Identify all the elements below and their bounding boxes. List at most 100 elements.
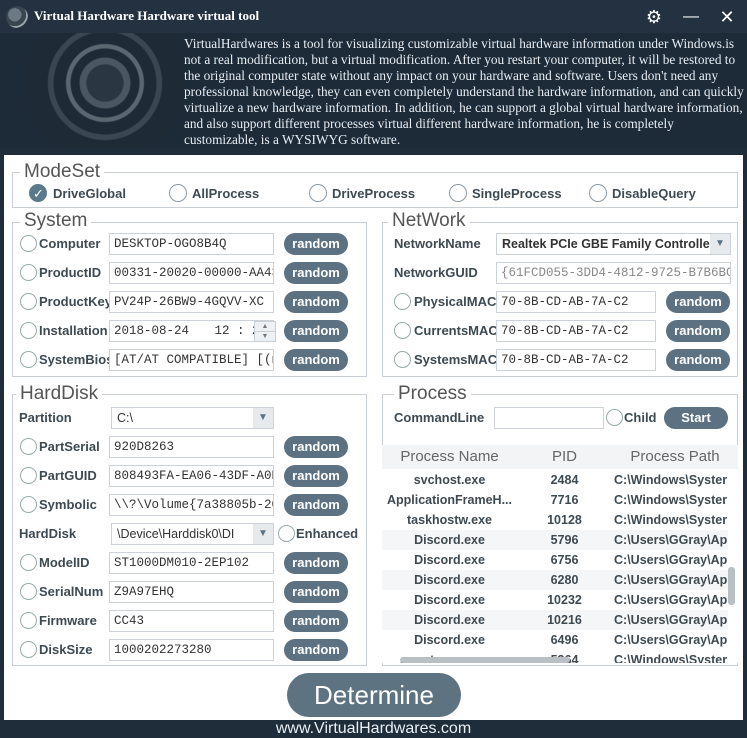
disksize-field[interactable]: 1000202273280: [109, 639, 274, 661]
radio-allprocess[interactable]: [169, 184, 187, 202]
close-button[interactable]: ✕: [715, 5, 739, 29]
harddisk-select[interactable]: \Device\Harddisk0\DI: [111, 523, 274, 545]
radio-driveprocess[interactable]: [309, 184, 327, 202]
table-row[interactable]: ApplicationFrameH... 7716 C:\Windows\Syste…: [382, 490, 728, 510]
table-row[interactable]: Discord.exe 10232 C:\Users\GGray\Ap: [382, 590, 728, 610]
modelid-field[interactable]: ST1000DM010-2EP102: [109, 552, 274, 574]
systembios-field[interactable]: [AT/AT COMPATIBLE] [(n: [109, 349, 274, 371]
process-path-cell: C:\Windows\Syster: [614, 653, 728, 663]
pid-cell: 6280: [550, 573, 579, 587]
modelid-random-button[interactable]: random: [284, 552, 348, 574]
computer-random-button[interactable]: random: [284, 233, 348, 255]
chevron-down-icon[interactable]: ▼: [710, 234, 730, 254]
physicalmac-radio[interactable]: [394, 293, 411, 310]
col-pid[interactable]: PID: [517, 445, 612, 469]
disksize-random-button[interactable]: random: [284, 639, 348, 661]
firmware-random-button[interactable]: random: [284, 610, 348, 632]
radio-driveglobal[interactable]: [29, 184, 47, 202]
productid-radio[interactable]: [20, 264, 37, 281]
enhanced-radio[interactable]: [278, 525, 295, 542]
window-title: Virtual Hardware Hardware virtual tool: [34, 8, 260, 23]
pid-cell: 7716: [550, 493, 579, 507]
partguid-field[interactable]: 808493FA-EA06-43DF-A0E: [109, 465, 274, 487]
start-button[interactable]: Start: [664, 407, 728, 429]
systemsmac-random-button[interactable]: random: [666, 349, 730, 371]
computer-radio[interactable]: [20, 235, 37, 252]
productid-field[interactable]: 00331-20020-00000-AA432: [109, 262, 274, 284]
currentsmac-random-button[interactable]: random: [666, 320, 730, 342]
table-row[interactable]: svchost.exe 2484 C:\Windows\Syster: [382, 470, 728, 490]
partserial-random-button[interactable]: random: [284, 436, 348, 458]
disksize-radio[interactable]: [20, 641, 37, 658]
modelid-radio[interactable]: [20, 554, 37, 571]
physicalmac-label: PhysicalMAC: [414, 294, 497, 309]
installation-radio[interactable]: [20, 322, 37, 339]
child-label: Child: [624, 410, 657, 425]
table-row[interactable]: Discord.exe 6280 C:\Users\GGray\Ap: [382, 570, 728, 590]
symbolic-field[interactable]: \\?\Volume{7a38805b-20e: [109, 494, 274, 516]
vertical-scrollbar[interactable]: [728, 567, 735, 605]
process-name-cell: Discord.exe: [414, 573, 485, 587]
partguid-label: PartGUID: [39, 468, 97, 483]
table-row[interactable]: Discord.exe 10216 C:\Users\GGray\Ap: [382, 610, 728, 630]
networkguid-label: NetworkGUID: [394, 265, 478, 280]
symbolic-radio[interactable]: [20, 496, 37, 513]
pid-cell: 6496: [550, 633, 579, 647]
computer-field[interactable]: DESKTOP-OGO8B4Q: [109, 233, 274, 255]
symbolic-random-button[interactable]: random: [284, 494, 348, 516]
systembios-radio[interactable]: [20, 351, 37, 368]
process-path-cell: C:\Users\GGray\Ap: [614, 573, 728, 587]
chevron-down-icon[interactable]: ▼: [253, 524, 273, 544]
partserial-field[interactable]: 920D8263: [109, 436, 274, 458]
radio-singleprocess[interactable]: [449, 184, 467, 202]
installation-date[interactable]: 2018-08-24: [114, 324, 189, 338]
radio-driveprocess-label: DriveProcess: [332, 186, 416, 201]
col-process-name[interactable]: Process Name: [382, 445, 517, 469]
determine-button[interactable]: Determine: [287, 673, 461, 717]
productid-random-button[interactable]: random: [284, 262, 348, 284]
chevron-down-icon[interactable]: ▼: [253, 408, 273, 428]
partserial-radio[interactable]: [20, 438, 37, 455]
installation-datetime-field[interactable]: 2018-08-24 12 : 22: [109, 320, 274, 342]
commandline-field[interactable]: [494, 407, 604, 429]
networkname-value: Realtek PCIe GBE Family Controlle: [502, 237, 710, 251]
table-row[interactable]: Discord.exe 5796 C:\Users\GGray\Ap: [382, 530, 728, 550]
child-radio[interactable]: [606, 409, 623, 426]
systemsmac-radio[interactable]: [394, 351, 411, 368]
partition-select[interactable]: C:\: [111, 407, 274, 429]
serialnum-random-button[interactable]: random: [284, 581, 348, 603]
currentsmac-field[interactable]: 70-8B-CD-AB-7A-C2: [496, 320, 656, 342]
networkguid-field[interactable]: {61FCD055-3DD4-4812-9725-B7B6BC5: [496, 262, 731, 284]
modelid-label: ModelID: [39, 555, 90, 570]
currentsmac-radio[interactable]: [394, 322, 411, 339]
partguid-random-button[interactable]: random: [284, 465, 348, 487]
productkey-random-button[interactable]: random: [284, 291, 348, 313]
col-process-path[interactable]: Process Path: [612, 445, 738, 469]
productkey-field[interactable]: PV24P-26BW9-4GQVV-XC: [109, 291, 274, 313]
minimize-button[interactable]: —: [679, 5, 703, 29]
serialnum-radio[interactable]: [20, 583, 37, 600]
firmware-field[interactable]: CC43: [109, 610, 274, 632]
physicalmac-random-button[interactable]: random: [666, 291, 730, 313]
networkname-select[interactable]: Realtek PCIe GBE Family Controlle: [496, 233, 731, 255]
systemsmac-field[interactable]: 70-8B-CD-AB-7A-C2: [496, 349, 656, 371]
productkey-radio[interactable]: [20, 293, 37, 310]
banner-description: VirtualHardwares is a tool for visualizi…: [184, 36, 744, 147]
table-row[interactable]: Discord.exe 6756 C:\Users\GGray\Ap: [382, 550, 728, 570]
spin-down-icon[interactable]: ▼: [254, 331, 276, 342]
disksize-label: DiskSize: [39, 642, 93, 657]
partguid-radio[interactable]: [20, 467, 37, 484]
physicalmac-field[interactable]: 70-8B-CD-AB-7A-C2: [496, 291, 656, 313]
table-row[interactable]: taskhostw.exe 10128 C:\Windows\Syster: [382, 510, 728, 530]
productid-label: ProductID: [39, 265, 102, 280]
systembios-random-button[interactable]: random: [284, 349, 348, 371]
installation-random-button[interactable]: random: [284, 320, 348, 342]
gear-icon[interactable]: ⚙: [642, 5, 666, 29]
horizontal-scrollbar[interactable]: [400, 657, 570, 663]
pid-cell: 10128: [547, 513, 582, 527]
radio-disablequery[interactable]: [589, 184, 607, 202]
serialnum-field[interactable]: Z9A97EHQ: [109, 581, 274, 603]
firmware-radio[interactable]: [20, 612, 37, 629]
footer-url[interactable]: www.VirtualHardwares.com: [0, 720, 747, 738]
table-row[interactable]: Discord.exe 6496 C:\Users\GGray\Ap: [382, 630, 728, 650]
